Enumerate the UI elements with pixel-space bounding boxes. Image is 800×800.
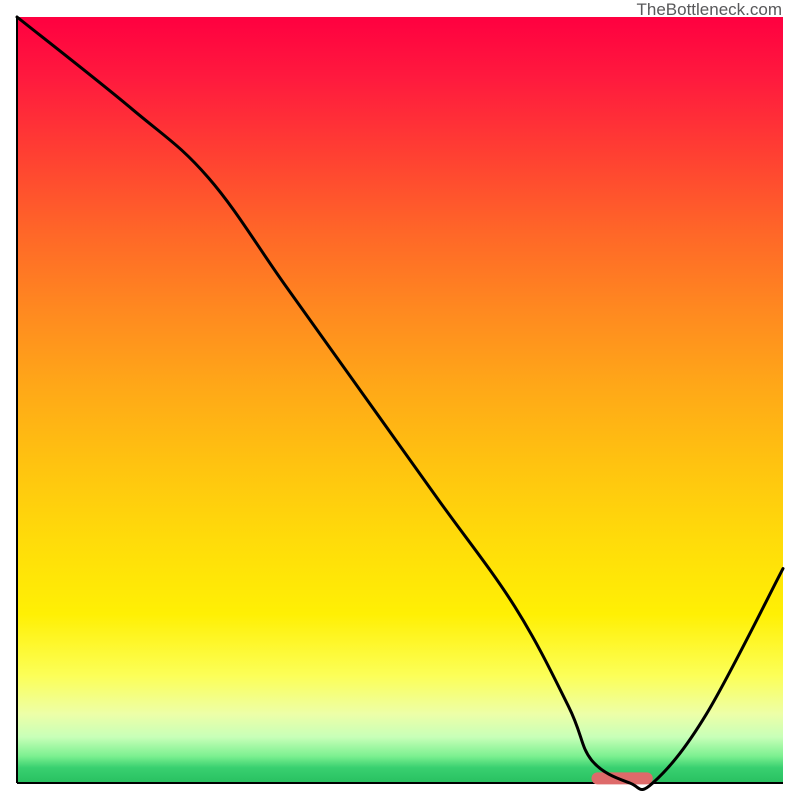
chart-overlay: [0, 0, 800, 800]
chart-frame: [17, 17, 783, 783]
chart-container: TheBottleneck.com: [0, 0, 800, 800]
bottleneck-curve: [17, 17, 783, 790]
optimum-marker: [592, 772, 653, 784]
watermark-text: TheBottleneck.com: [636, 0, 782, 20]
